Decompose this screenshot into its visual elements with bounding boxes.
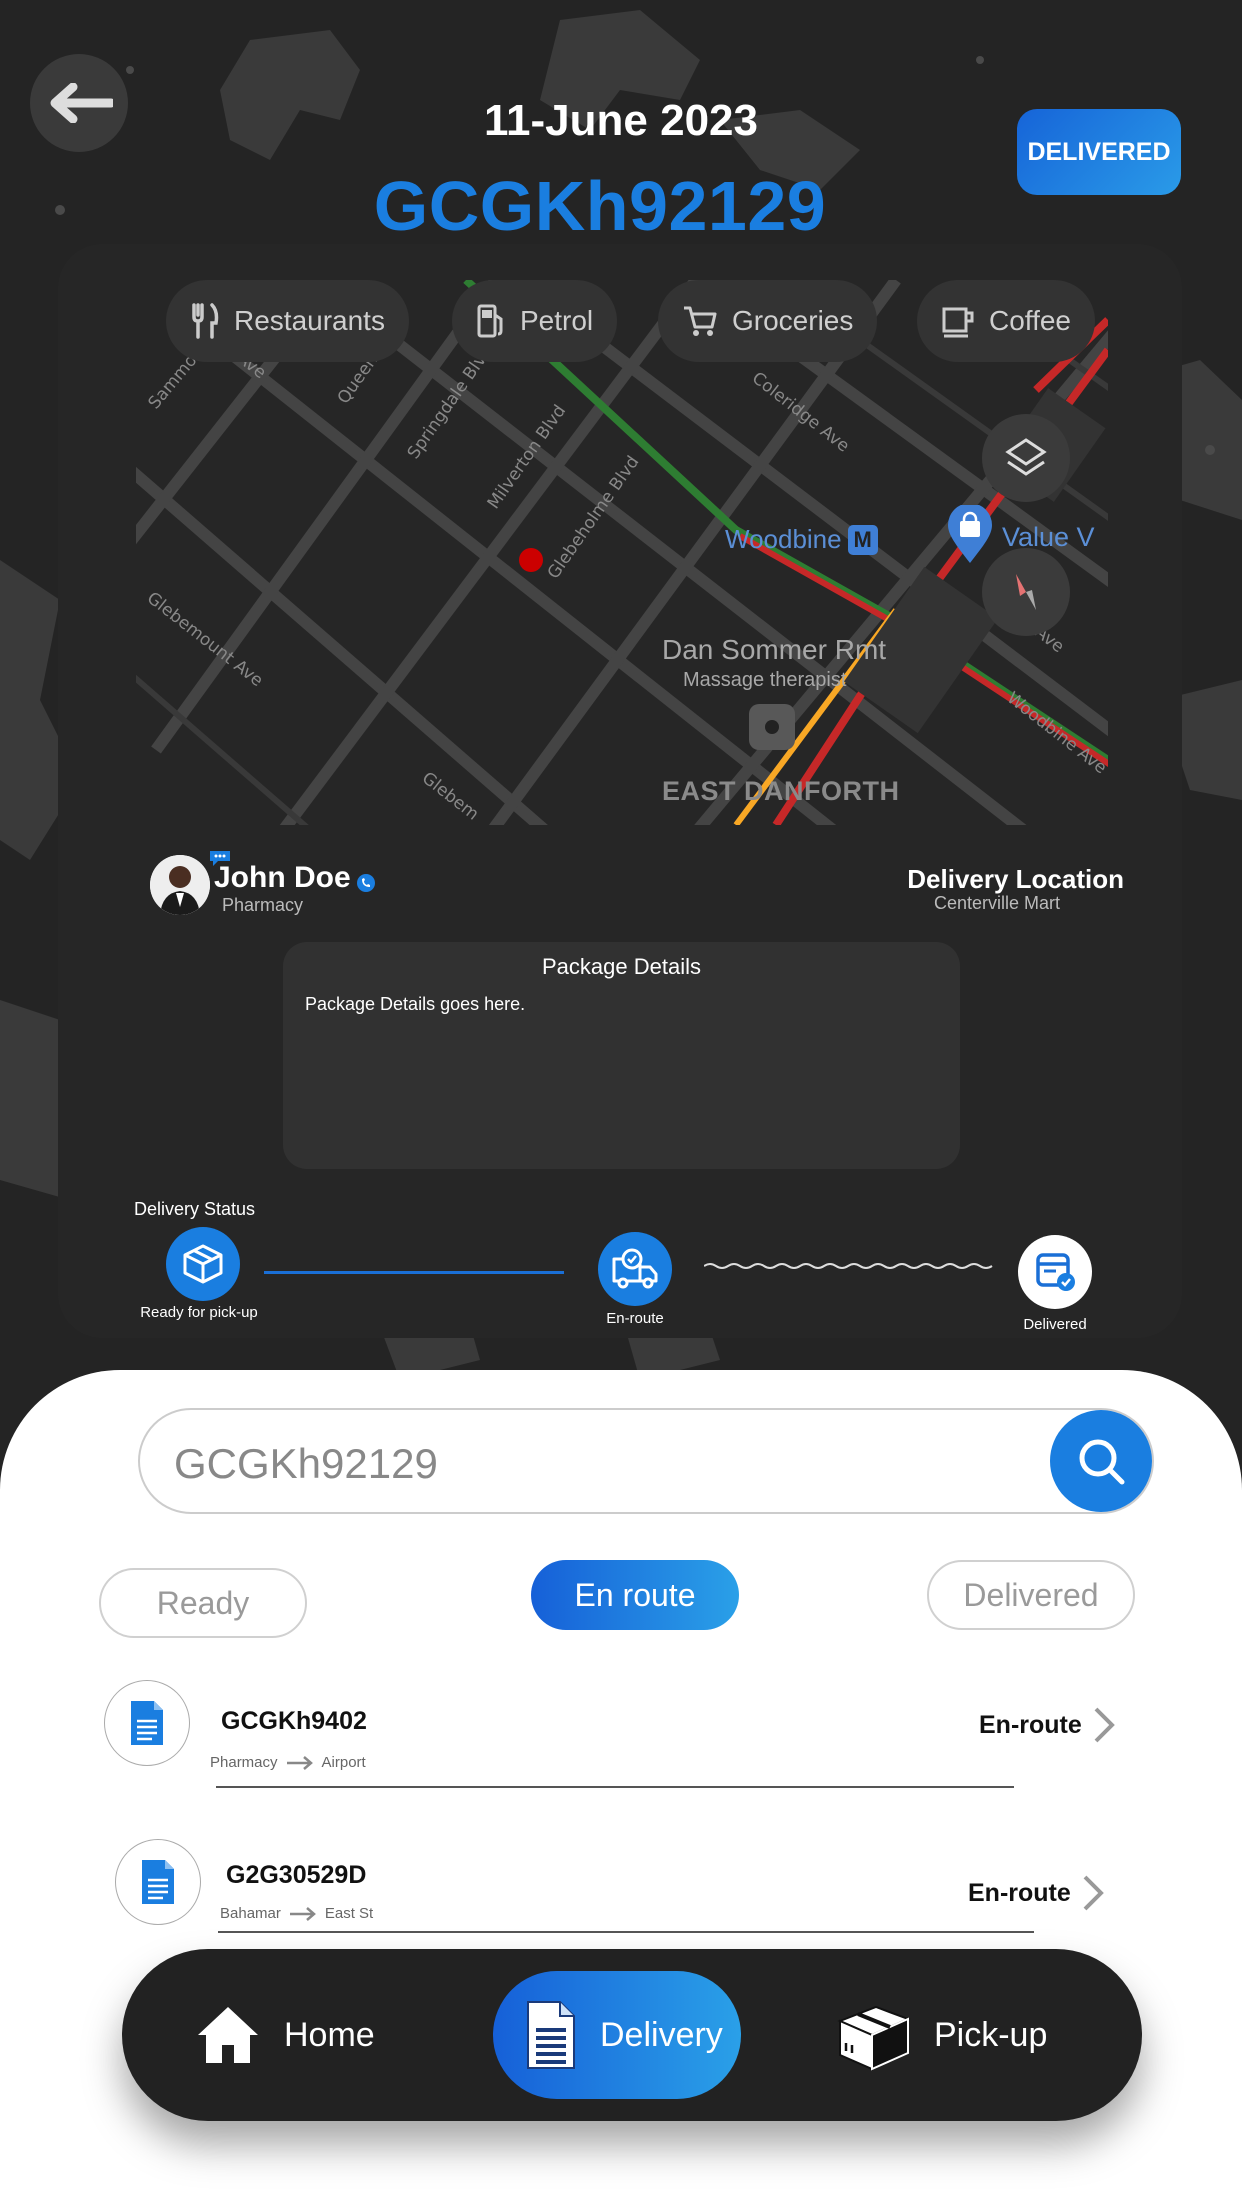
- place-store-label: Value V: [1002, 522, 1095, 552]
- order-1-code: GCGKh9402: [221, 1707, 367, 1735]
- avatar[interactable]: [150, 855, 210, 915]
- dot-icon: [765, 720, 779, 734]
- nav-home-label: Home: [284, 2015, 375, 2054]
- area-label: EAST DANFORTH: [662, 776, 900, 806]
- person-avatar-icon: [150, 855, 210, 915]
- chip-coffee[interactable]: Coffee: [917, 280, 1095, 362]
- step-en-route-label: En-route: [606, 1310, 664, 1327]
- search-bar[interactable]: GCGKh92129: [138, 1408, 1154, 1514]
- tab-delivered[interactable]: Delivered: [927, 1560, 1135, 1630]
- package-details-title: Package Details: [542, 954, 701, 979]
- order-2-code: G2G30529D: [226, 1861, 367, 1889]
- order-2-status-label: En-route: [968, 1878, 1071, 1907]
- order-2-divider: [218, 1931, 1034, 1933]
- delivery-status-label: Delivery Status: [134, 1199, 256, 1219]
- delivery-location-title: Delivery Location: [907, 864, 1124, 894]
- order-2-to: East St: [324, 1905, 374, 1922]
- order-1-divider: [216, 1786, 1014, 1788]
- box-icon: [183, 1244, 223, 1284]
- metro-icon: M: [847, 524, 878, 555]
- arrow-right-icon: [286, 1755, 313, 1770]
- chip-label: Groceries: [732, 305, 854, 336]
- chip-label: Petrol: [520, 305, 594, 336]
- progress-line-pending: [704, 1258, 996, 1272]
- step-ready[interactable]: [166, 1227, 240, 1301]
- sender-info: John Doe Pharmacy: [150, 851, 650, 915]
- fuel-pump-icon: [477, 304, 503, 338]
- package-details-box: Package Details Package Details goes her…: [283, 942, 960, 1169]
- step-en-route[interactable]: [598, 1232, 672, 1306]
- sender-role: Pharmacy: [222, 895, 304, 915]
- compass-button[interactable]: [982, 548, 1070, 636]
- station-label-group[interactable]: Woodbine M: [725, 524, 878, 555]
- chip-restaurants[interactable]: Restaurants: [166, 280, 409, 362]
- cart-icon: [684, 306, 717, 336]
- business-marker[interactable]: [749, 704, 795, 750]
- chip-groceries[interactable]: Groceries: [658, 280, 878, 362]
- business-type-label: Massage therapist: [683, 669, 847, 691]
- station-label: Woodbine: [725, 524, 842, 554]
- package-details-text: Package Details goes here.: [305, 994, 526, 1014]
- order-2-icon-badge: [115, 1839, 201, 1925]
- nav-pickup-label: Pick-up: [934, 2015, 1048, 2054]
- route-map[interactable]: Sammon Ave Queen Springdale Blvd Milvert…: [136, 280, 1108, 825]
- order-1-to: Airport: [321, 1754, 366, 1771]
- order-2-status[interactable]: En-route: [968, 1873, 1105, 1913]
- coffee-cup-icon: [942, 307, 974, 338]
- order-2-from: Bahamar: [220, 1905, 281, 1922]
- fork-knife-icon: [192, 303, 219, 339]
- bottom-navigation: Home Delivery Pick-up: [122, 1949, 1142, 2121]
- map-layers-button[interactable]: [982, 414, 1070, 502]
- document-icon: [131, 1701, 163, 1745]
- search-icon: [1079, 1439, 1125, 1485]
- delivered-doc-icon: [1036, 1253, 1075, 1291]
- layers-icon: [1005, 438, 1047, 476]
- order-1-icon-badge: [104, 1680, 190, 1766]
- status-badge: DELIVERED: [1017, 109, 1181, 195]
- order-1-status[interactable]: En-route: [979, 1705, 1116, 1745]
- tab-ready[interactable]: Ready: [99, 1568, 307, 1638]
- phone-icon[interactable]: [356, 873, 376, 898]
- step-ready-label: Ready for pick-up: [140, 1304, 258, 1321]
- chevron-right-icon: [1094, 1707, 1115, 1743]
- home-icon: [198, 2007, 258, 2063]
- document-icon: [142, 1860, 174, 1904]
- delivery-location-name: Centerville Mart: [933, 893, 1060, 913]
- chip-label: Coffee: [989, 305, 1071, 336]
- order-2-route: Bahamar East St: [220, 1905, 373, 1922]
- chevron-right-icon: [1083, 1875, 1104, 1911]
- shopping-bag-icon: [948, 503, 992, 563]
- compass-icon: [1016, 574, 1036, 610]
- order-1-status-label: En-route: [979, 1710, 1082, 1739]
- truck-icon: [612, 1248, 658, 1289]
- step-delivered[interactable]: [1018, 1235, 1092, 1309]
- chip-petrol[interactable]: Petrol: [452, 280, 618, 362]
- arrow-right-icon: [289, 1906, 316, 1921]
- shopping-bag-marker[interactable]: [946, 503, 994, 570]
- step-delivered-label: Delivered: [1023, 1316, 1087, 1333]
- nav-delivery[interactable]: Delivery: [524, 1949, 723, 2121]
- business-name-label: Dan Sommer Rmt: [662, 634, 887, 665]
- search-input[interactable]: GCGKh92129: [174, 1440, 438, 1488]
- nav-home[interactable]: Home: [194, 1949, 375, 2121]
- order-1-route: Pharmacy Airport: [210, 1754, 366, 1771]
- package-icon: [837, 2005, 911, 2071]
- tab-en-route[interactable]: En route: [531, 1560, 739, 1630]
- chip-label: Restaurants: [234, 305, 385, 336]
- nav-pickup[interactable]: Pick-up: [832, 1949, 1047, 2121]
- document-icon: [527, 2001, 575, 2069]
- search-button[interactable]: [1050, 1410, 1152, 1512]
- sender-name: John Doe: [214, 861, 351, 894]
- order-1-from: Pharmacy: [210, 1754, 278, 1771]
- progress-line-complete: [264, 1271, 564, 1274]
- nav-delivery-label: Delivery: [600, 2015, 723, 2054]
